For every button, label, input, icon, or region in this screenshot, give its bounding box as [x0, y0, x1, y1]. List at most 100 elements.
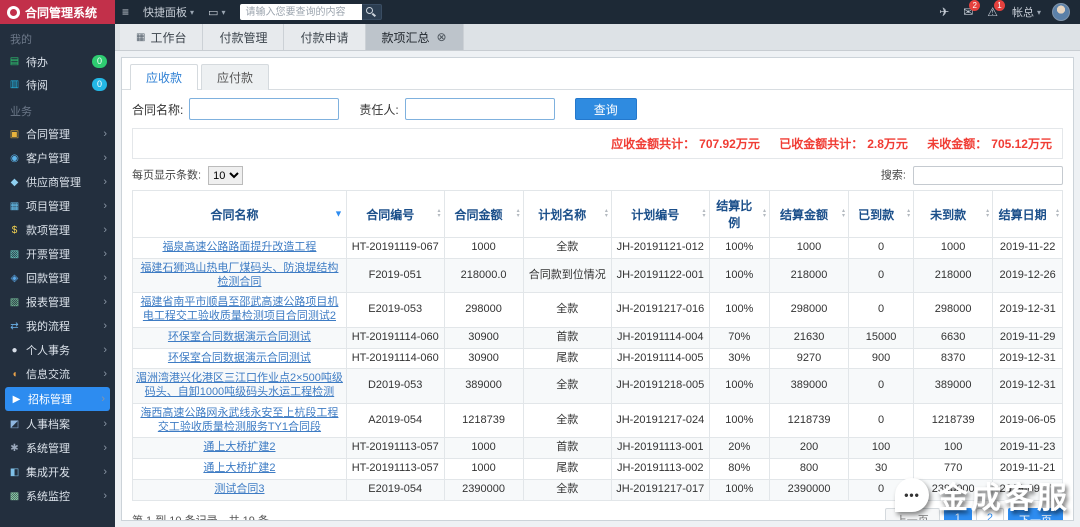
contract-link[interactable]: 通上大桥扩建2: [203, 441, 275, 453]
query-button[interactable]: 查询: [574, 98, 637, 120]
sidebar-item[interactable]: ◈ 回款管理 ›: [0, 266, 115, 290]
summary-bar: 应收金额共计： 707.92万元 已收金额共计： 2.8万元 未收金额： 705.12…: [132, 128, 1063, 159]
sidebar-item[interactable]: ✱ 系统管理 ›: [0, 436, 115, 460]
contract-link[interactable]: 福泉高速公路路面提升改造工程: [162, 241, 316, 253]
hr-icon: ◩: [9, 418, 20, 430]
contract-link[interactable]: 环保室合同数据演示合同测试: [168, 331, 311, 343]
send-icon[interactable]: ✈: [939, 5, 949, 19]
chevron-right-icon: ›: [103, 418, 107, 430]
sidebar-item[interactable]: ◩ 人事档案 ›: [0, 412, 115, 436]
tab-item[interactable]: ▦ 工作台: [120, 24, 204, 50]
sidebar-item[interactable]: ▩ 系统监控 ›: [0, 484, 115, 508]
body-row: 我的 ▤ 待办 0 ▥ 待阅 0 业务 ▣ 合同管理 › ◉ 客户管理 › ◆ 供应商管理 › ▦ 项目管理 ›…: [0, 24, 1080, 527]
quick-panel-button[interactable]: 快捷面板 ▾: [143, 4, 194, 20]
contract-name-input[interactable]: [189, 98, 340, 120]
table-cell: 1000: [768, 237, 850, 259]
close-icon[interactable]: ⊗: [437, 30, 447, 44]
page-button[interactable]: 下一页: [1008, 507, 1063, 520]
column-header[interactable]: 计划名称 ▴ ▾: [522, 190, 612, 238]
global-search: [240, 4, 383, 20]
sidebar-item[interactable]: ▧ 开票管理 ›: [0, 242, 115, 266]
chevron-right-icon: ›: [103, 200, 107, 212]
tab-item[interactable]: 款项汇总 ⊗: [365, 24, 464, 50]
contract-link[interactable]: 海西高速公路网永武线永安至上杭段工程交工验收质量检测服务TY1合同段: [140, 407, 338, 433]
table-cell: HT-20191119-067: [345, 237, 445, 259]
sidebar-item[interactable]: ◆ 供应商管理 ›: [0, 170, 115, 194]
table-cell: 0: [848, 292, 915, 328]
sidebar-item[interactable]: ▶ 招标管理 ›: [5, 387, 110, 411]
contract-link[interactable]: 福建石狮鸿山热电厂煤码头、防浪堤结构检测合同: [140, 262, 338, 288]
table-cell: 1000: [443, 437, 524, 459]
alert-count-badge: 1: [993, 0, 1005, 11]
receivable-total-value: 707.92万元: [699, 137, 760, 151]
sidebar-item[interactable]: ▣ 合同管理 ›: [0, 122, 115, 146]
tab-item[interactable]: 付款管理: [203, 24, 285, 50]
page-button[interactable]: 2: [975, 507, 1004, 520]
subtab[interactable]: 应收款: [130, 64, 199, 90]
table-cell: JH-20191217-017: [610, 478, 710, 501]
column-header[interactable]: 已到款 ▴ ▾: [848, 190, 915, 238]
table-cell: 100%: [708, 257, 771, 294]
tab-bar: ▦ 工作台 付款管理 付款申请 款项汇总 ⊗: [115, 24, 1080, 51]
table-cell: 1000: [443, 237, 524, 259]
column-header[interactable]: 计划编号 ▴ ▾: [610, 190, 710, 238]
user-menu[interactable]: 帐总 ▾: [1012, 4, 1041, 20]
table-cell: 218000: [768, 257, 850, 294]
column-header[interactable]: 合同名称 ▼: [132, 190, 347, 238]
sidebar-item[interactable]: ◉ 客户管理 ›: [0, 146, 115, 170]
column-header[interactable]: 结算比例 ▴ ▾: [708, 190, 771, 238]
bidding-icon: ▶: [12, 393, 21, 405]
avatar[interactable]: [1052, 3, 1070, 21]
chevron-right-icon: ›: [103, 368, 107, 380]
sidebar-item[interactable]: ◧ 集成开发 ›: [0, 460, 115, 484]
column-header[interactable]: 合同金额 ▴ ▾: [443, 190, 524, 238]
search-button[interactable]: [362, 4, 383, 20]
table-body: 福泉高速公路路面提升改造工程 HT-20191119-067 1000 全款 JH-20…: [132, 237, 1063, 501]
contract-link[interactable]: 福建省南平市顺昌至邵武高速公路项目机电工程交工验收质量检测项目合同测试2: [140, 296, 338, 322]
global-search-input[interactable]: [240, 4, 363, 20]
display-menu-button[interactable]: ▭ ▾: [208, 6, 225, 19]
contract-link[interactable]: 湄洲湾港兴化港区三江口作业点2×500吨级码头、自卸1000吨级码头水运工程检测: [136, 372, 343, 398]
table-cell: D2019-053: [345, 368, 445, 404]
chevron-right-icon: ›: [103, 272, 107, 284]
table-cell: 30%: [708, 347, 771, 370]
contract-link[interactable]: 环保室合同数据演示合同测试: [168, 352, 311, 364]
record-info: 第 1 到 10 条记录，共 19 条: [132, 514, 269, 521]
main-area: ▦ 工作台 付款管理 付款申请 款项汇总 ⊗ 应收款 应付款 合同名称: 责任人: 查询 应…: [115, 24, 1080, 527]
column-header[interactable]: 合同编号 ▴ ▾: [345, 190, 445, 238]
receivables-table: 合同名称 ▼ 合同编号 ▴ ▾ 合同金额 ▴ ▾ 计划名称 ▴ ▾ 计划编号 ▴ ▾ 结算比例 ▴ ▾ 结算金额 ▴…: [132, 190, 1063, 501]
table-search-input[interactable]: [913, 166, 1063, 185]
sidebar-item[interactable]: ▨ 报表管理 ›: [0, 290, 115, 314]
page-size-label: 每页显示条数:: [132, 169, 202, 182]
chevron-right-icon: ›: [101, 393, 105, 405]
app-brand[interactable]: 合同管理系统: [0, 0, 115, 24]
column-header[interactable]: 结算金额 ▴ ▾: [768, 190, 850, 238]
table-cell: 9270: [768, 347, 850, 370]
page-size-select[interactable]: 10: [208, 166, 244, 185]
tab-item[interactable]: 付款申请: [284, 24, 366, 50]
page-button[interactable]: 1: [943, 507, 972, 520]
owner-input[interactable]: [404, 98, 555, 120]
sidebar-item[interactable]: ● 个人事务 ›: [0, 338, 115, 362]
alerts-button[interactable]: ⚠ 1: [987, 0, 1005, 19]
menu-toggle-icon[interactable]: ≡: [122, 5, 129, 19]
sidebar-item[interactable]: ⇄ 我的流程 ›: [0, 314, 115, 338]
subtab[interactable]: 应付款: [201, 64, 270, 90]
contract-link[interactable]: 测试合同3: [214, 483, 264, 495]
sidebar-item[interactable]: ▦ 项目管理 ›: [0, 194, 115, 218]
sidebar-item[interactable]: ▥ 待阅 0: [0, 73, 115, 96]
sort-icon: ▴ ▾: [702, 208, 706, 219]
table-row: 湄洲湾港兴化港区三江口作业点2×500吨级码头、自卸1000吨级码头水运工程检测…: [132, 368, 1063, 404]
sidebar-item[interactable]: $ 款项管理 ›: [0, 218, 115, 242]
sidebar-item[interactable]: ▤ 待办 0: [0, 50, 115, 73]
table-cell: 尾款: [522, 347, 612, 370]
sidebar-item[interactable]: ◖ 信息交流 ›: [0, 362, 115, 386]
table-cell: 389000: [768, 368, 850, 404]
page-button[interactable]: 上一页: [884, 507, 940, 520]
column-header[interactable]: 结算日期 ▴ ▾: [992, 190, 1063, 238]
messages-button[interactable]: ✉ 2: [963, 0, 981, 19]
contract-link[interactable]: 通上大桥扩建2: [203, 462, 275, 474]
table-cell: 通上大桥扩建2: [132, 458, 347, 480]
table-cell: 1218739: [443, 402, 524, 439]
column-header[interactable]: 未到款 ▴ ▾: [913, 190, 994, 238]
